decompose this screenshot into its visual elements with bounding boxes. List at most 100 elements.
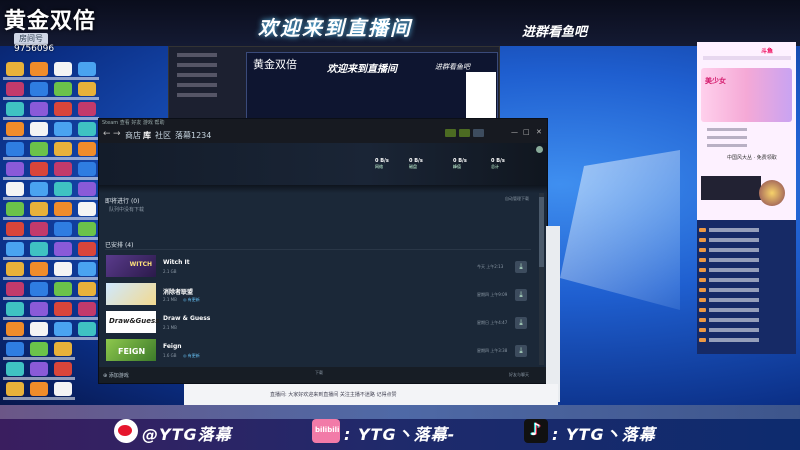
desktop-shortcut-icon[interactable] [78,142,96,156]
desktop-shortcut-icon[interactable] [30,242,48,256]
desktop-shortcut-icon[interactable] [30,342,48,356]
desktop-shortcut-icon[interactable] [78,182,96,196]
desktop-shortcut-icon[interactable] [30,282,48,296]
forward-arrow-icon[interactable]: → [113,129,121,139]
desktop-shortcut-label [51,277,75,280]
desktop-shortcut-icon[interactable] [6,262,24,276]
desktop-shortcut-icon[interactable] [78,222,96,236]
desktop-shortcut-icon[interactable] [54,242,72,256]
avatar[interactable] [473,129,484,137]
nav-community[interactable]: 社区 [155,130,171,141]
desktop-shortcut-icon[interactable] [54,302,72,316]
desktop-shortcut-icon[interactable] [30,362,48,376]
desktop-shortcut-icon[interactable] [54,202,72,216]
nav-username[interactable]: 落幕1234 [175,130,211,141]
desktop-shortcut-icon[interactable] [78,242,96,256]
desktop-shortcut-icon[interactable] [54,142,72,156]
desktop-shortcut-icon[interactable] [6,122,24,136]
brand-title: 黄金双倍 [4,9,97,34]
add-game-button[interactable]: ⊕ 添加游戏 [103,372,129,379]
desktop-shortcut-icon[interactable] [30,122,48,136]
desktop-shortcut-label [75,257,99,260]
desktop-shortcut-icon[interactable] [30,82,48,96]
desktop-shortcut-icon[interactable] [6,82,24,96]
desktop-shortcut-icon[interactable] [30,382,48,396]
desktop-shortcut-icon[interactable] [6,242,24,256]
desktop-shortcut-icon[interactable] [6,182,24,196]
desktop-shortcut-icon[interactable] [78,202,96,216]
desktop-shortcut-icon[interactable] [78,262,96,276]
desktop-shortcut-icon[interactable] [54,182,72,196]
broadcast-icon[interactable] [445,129,456,137]
download-icon[interactable]: ⤓ [515,261,527,273]
desktop-shortcut-icon[interactable] [78,282,96,296]
game-row-draw-guess[interactable]: Draw&Guess Draw & Guess 2.1 MB 星期日 上午4:4… [105,311,531,335]
desktop-shortcut-icon[interactable] [6,342,24,356]
desktop-shortcut-label [27,337,51,340]
desktop-shortcut-icon[interactable] [54,82,72,96]
desktop-shortcut-icon[interactable] [54,362,72,376]
download-icon[interactable]: ⤓ [515,345,527,357]
downloads-footer-link[interactable]: 下载 [315,370,323,376]
desktop-shortcut-icon[interactable] [6,322,24,336]
desktop-shortcut-icon[interactable] [6,382,24,396]
desktop-shortcut-icon[interactable] [54,322,72,336]
desktop-shortcut-icon[interactable] [6,282,24,296]
desktop-shortcut-icon[interactable] [30,182,48,196]
desktop-shortcut-icon[interactable] [30,262,48,276]
desktop-shortcut-icon[interactable] [6,202,24,216]
desktop-shortcut-icon[interactable] [78,102,96,116]
desktop-shortcut-icon[interactable] [78,82,96,96]
desktop-shortcut-icon[interactable] [78,122,96,136]
nav-store[interactable]: 商店 [125,130,141,141]
desktop-shortcut-icon[interactable] [30,162,48,176]
game-row-witch-it[interactable]: WITCH Witch It 2.1 GB 今天 上午2:13 ⤓ [105,255,531,279]
back-arrow-icon[interactable]: ← [103,129,111,139]
desktop-shortcut-icon[interactable] [54,342,72,356]
download-icon[interactable]: ⤓ [515,289,527,301]
game-row-xiuxian[interactable]: 消除者联盟 2.1 MB ◎ 有更新 星期四 上午9:09 ⤓ [105,283,531,307]
desktop-shortcut-icon[interactable] [30,62,48,76]
desktop-shortcut-icon[interactable] [6,302,24,316]
app-preview: 斗鱼 美少女 中国风大丛 · 免费领取 [697,42,796,220]
desktop-shortcut-icon[interactable] [6,62,24,76]
maximize-icon[interactable]: □ [523,128,530,136]
desktop-shortcut-icon[interactable] [54,162,72,176]
desktop-shortcut-icon[interactable] [6,102,24,116]
desktop-shortcut-icon[interactable] [6,362,24,376]
desktop-shortcut-icon[interactable] [30,142,48,156]
desktop-shortcut-icon[interactable] [6,142,24,156]
steam-menu[interactable]: Steam 查看 好友 游戏 帮助 [102,119,165,126]
desktop-shortcut-icon[interactable] [78,62,96,76]
auto-manage-link[interactable]: 自动管理下载 [505,196,529,202]
desktop-shortcut-icon[interactable] [54,102,72,116]
desktop-shortcut-icon[interactable] [54,222,72,236]
desktop-shortcut-icon[interactable] [30,202,48,216]
desktop-shortcut-icon[interactable] [6,222,24,236]
nav-library[interactable]: 库 [143,130,151,141]
desktop-shortcut-icon[interactable] [30,102,48,116]
desktop-shortcut-icon[interactable] [30,322,48,336]
scrollbar[interactable] [539,193,544,365]
close-icon[interactable]: ✕ [536,128,542,136]
desktop-shortcut-icon[interactable] [54,62,72,76]
download-icon[interactable]: ⤓ [515,317,527,329]
desktop-shortcut-icon[interactable] [54,382,72,396]
desktop-shortcut-icon[interactable] [78,322,96,336]
game-row-feign[interactable]: FEIGN Feign 1.6 GB ◎ 有更新 星期四 上午3:38 ⤓ [105,339,531,363]
settings-gear-icon[interactable] [536,146,543,153]
desktop-shortcut-icon[interactable] [30,222,48,236]
desktop-shortcut-label [27,357,51,360]
desktop-shortcut-icon[interactable] [6,162,24,176]
desktop-shortcut-icon[interactable] [54,122,72,136]
desktop-shortcut-icon[interactable] [30,302,48,316]
minimize-icon[interactable]: — [511,128,518,136]
chat-message [699,308,793,312]
friends-chat-button[interactable]: 好友与聊天 [509,372,529,378]
desktop-shortcut-icon[interactable] [54,282,72,296]
desktop-shortcut-icon[interactable] [54,262,72,276]
notification-icon[interactable] [459,129,470,137]
desktop-shortcut-icon[interactable] [78,302,96,316]
scroll-thumb[interactable] [539,197,544,267]
desktop-shortcut-icon[interactable] [78,162,96,176]
